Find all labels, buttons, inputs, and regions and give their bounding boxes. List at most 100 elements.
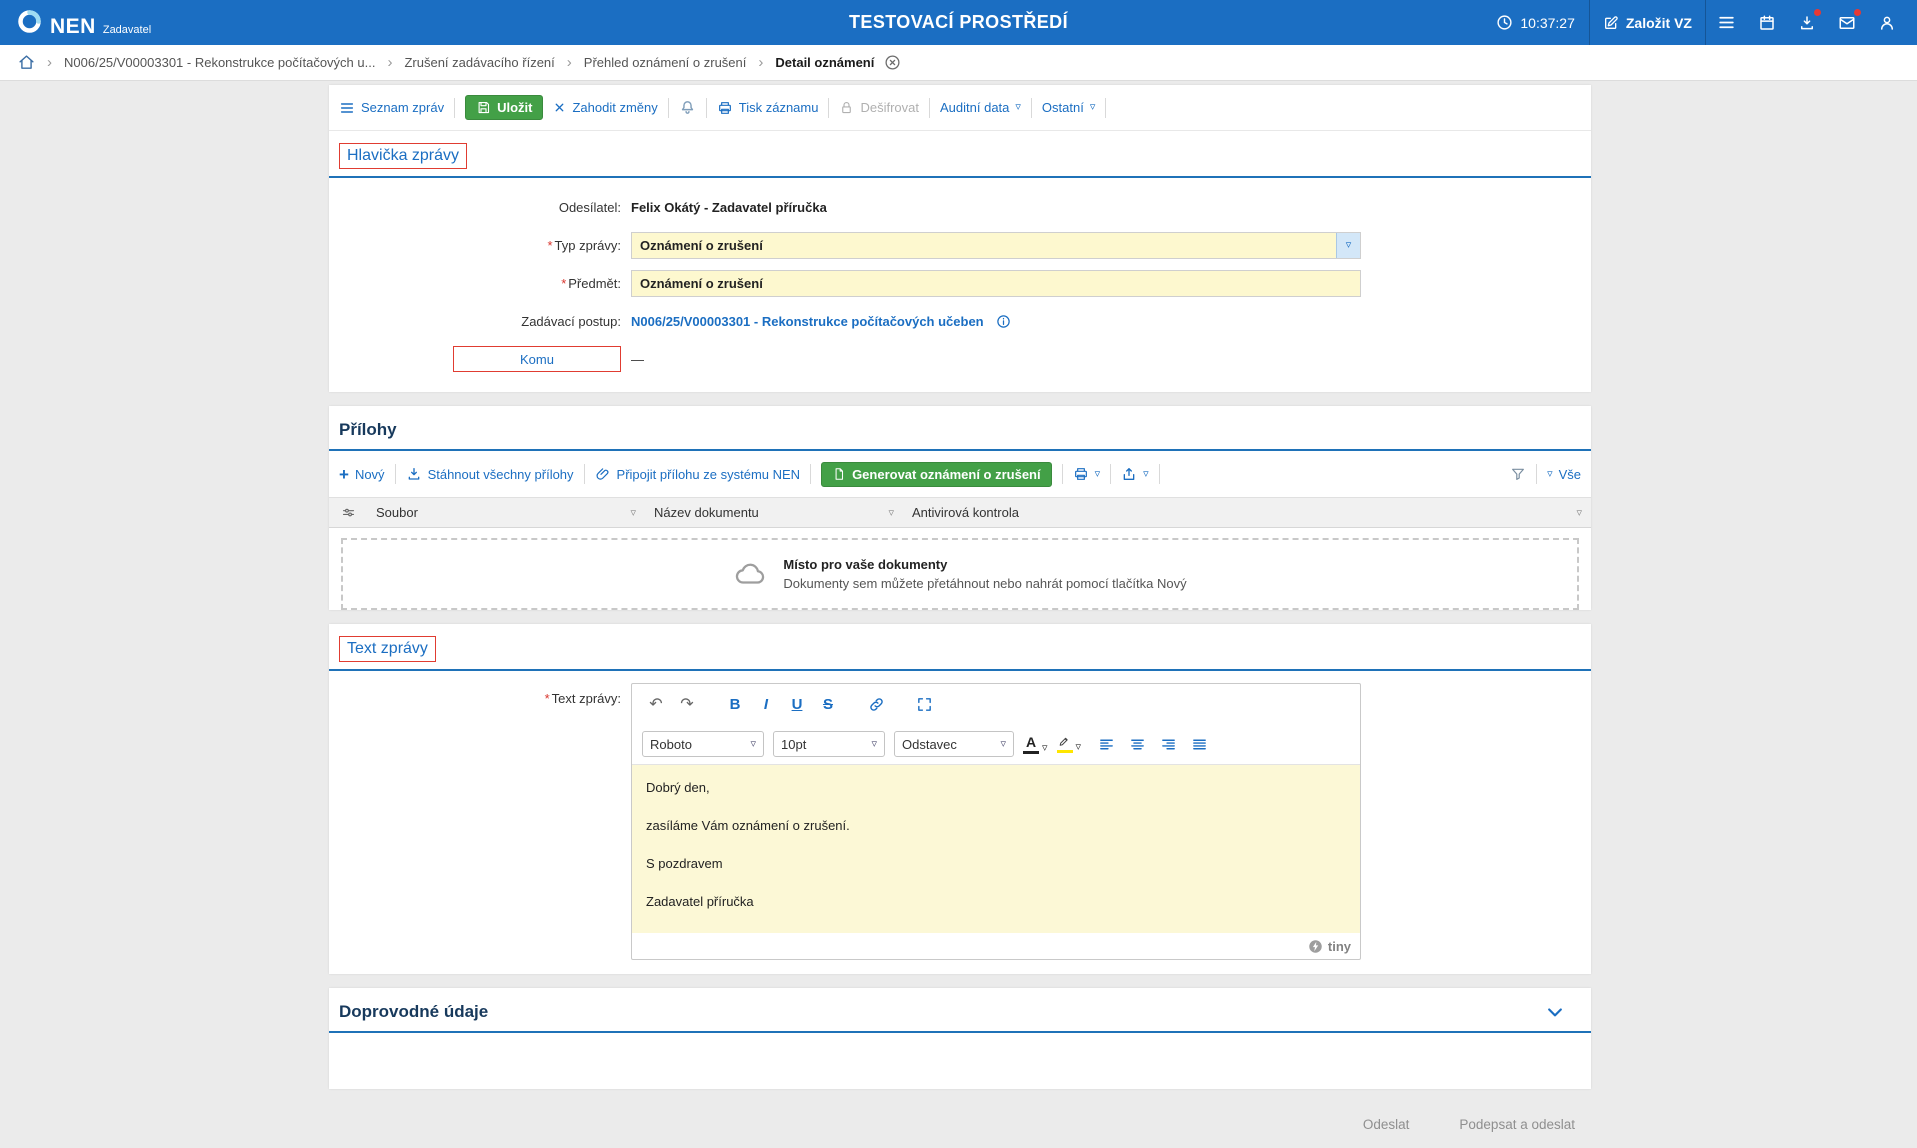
generate-cancellation-notice-button[interactable]: Generovat oznámení o zrušení [821, 462, 1052, 487]
font-size-select[interactable]: 10pt ▿ [773, 731, 885, 757]
dropzone-title: Místo pro vaše dokumenty [783, 557, 1186, 572]
tinymce-brand-label: tiny [1328, 939, 1351, 954]
editor-content-area[interactable]: Dobrý den, zasíláme Vám oznámení o zruše… [632, 764, 1360, 933]
breadcrumb-separator-icon: › [567, 54, 572, 71]
typ-zpravy-select[interactable]: Oznámení o zrušení ▿ [631, 232, 1361, 259]
nen-home-link[interactable]: NEN Zadavatel [16, 8, 151, 37]
column-header-antivirova-kontrola[interactable]: Antivirová kontrola ▿ [903, 498, 1591, 527]
column-header-nazev-dokumentu[interactable]: Název dokumentu ▿ [645, 498, 903, 527]
chevron-down-icon: ▿ [1042, 743, 1048, 754]
rich-text-editor: ↶ ↷ B I U S [631, 683, 1361, 960]
save-button[interactable]: Uložit [465, 95, 543, 120]
calendar-icon [1758, 14, 1776, 32]
home-button[interactable] [18, 54, 35, 71]
font-family-select[interactable]: Roboto ▿ [642, 731, 764, 757]
highlight-color-button[interactable]: ▿ [1057, 735, 1082, 753]
redo-button[interactable]: ↷ [673, 690, 701, 718]
block-format-select[interactable]: Odstavec ▿ [894, 731, 1014, 757]
profile-button[interactable] [1867, 0, 1907, 45]
chevron-down-icon: ▿ [1547, 469, 1553, 480]
messages-badge [1853, 8, 1862, 17]
predmet-label: *Předmět: [329, 276, 631, 291]
section-title-doprovodne: Doprovodné údaje [339, 1000, 488, 1024]
document-icon [832, 467, 846, 481]
toolbar-divider [1110, 464, 1111, 484]
editor-status-bar: tiny [632, 933, 1360, 959]
close-tab-icon[interactable] [884, 54, 901, 71]
send-button[interactable]: Odeslat [1363, 1117, 1410, 1132]
toolbar-divider [668, 98, 669, 118]
print-record-button[interactable]: Tisk záznamu [717, 100, 819, 116]
record-toolbar: Seznam zpráv Uložit Zahodit změny [329, 85, 1591, 131]
nen-logo-icon [16, 8, 43, 35]
breadcrumb: › N006/25/V00003301 - Rekonstrukce počít… [0, 45, 1917, 81]
lock-icon [839, 100, 854, 115]
chevron-down-icon: ▿ [1143, 469, 1149, 480]
zadavaci-postup-link[interactable]: N006/25/V00003301 - Rekonstrukce počítač… [631, 314, 984, 329]
messages-button[interactable] [1827, 0, 1867, 45]
breadcrumb-item-cancellation[interactable]: Zrušení zadávacího řízení [404, 55, 554, 70]
brand-role: Zadavatel [103, 24, 151, 37]
menu-button[interactable] [1706, 0, 1747, 45]
cloud-upload-icon [733, 557, 767, 591]
align-justify-button[interactable] [1187, 732, 1211, 756]
brand-name: NEN [50, 16, 96, 37]
discard-changes-button[interactable]: Zahodit změny [553, 100, 657, 115]
predmet-input[interactable] [631, 270, 1361, 297]
section-header-prilohy: Přílohy [329, 406, 1591, 451]
download-all-attachments-button[interactable]: Stáhnout všechny přílohy [406, 466, 574, 482]
text-color-swatch [1023, 751, 1039, 754]
filter-caret-icon[interactable]: ▿ [630, 506, 636, 519]
zadavaci-postup-label: Zadávací postup: [329, 314, 631, 329]
undo-button[interactable]: ↶ [642, 690, 670, 718]
underline-button[interactable]: U [783, 690, 811, 718]
breadcrumb-item-overview[interactable]: Přehled oznámení o zrušení [584, 55, 747, 70]
printer-icon [1073, 466, 1089, 482]
filter-caret-icon[interactable]: ▿ [888, 506, 894, 519]
info-icon[interactable] [996, 314, 1011, 329]
align-center-button[interactable] [1125, 732, 1149, 756]
filter-caret-icon[interactable]: ▿ [1576, 506, 1582, 519]
decrypt-button[interactable]: Dešifrovat [839, 100, 919, 115]
editor-paragraph: S pozdravem [646, 855, 1346, 872]
filter-button[interactable] [1510, 466, 1526, 482]
align-right-button[interactable] [1156, 732, 1180, 756]
toolbar-divider [454, 98, 455, 118]
insert-link-button[interactable] [862, 690, 890, 718]
select-arrow-button[interactable]: ▿ [1336, 233, 1360, 258]
column-header-soubor[interactable]: Soubor ▿ [367, 498, 645, 527]
clock-display: 10:37:27 [1482, 14, 1589, 31]
text-color-button[interactable]: A ▿ [1023, 735, 1048, 754]
italic-button[interactable]: I [752, 690, 780, 718]
message-list-button[interactable]: Seznam zpráv [339, 100, 444, 116]
strikethrough-button[interactable]: S [814, 690, 842, 718]
attach-from-nen-button[interactable]: Připojit přílohu ze systému NEN [595, 466, 801, 482]
view-all-filter-button[interactable]: ▿ Vše [1547, 467, 1581, 482]
other-actions-button[interactable]: Ostatní ▿ [1042, 100, 1095, 115]
print-attachments-button[interactable]: ▿ [1073, 466, 1101, 482]
breadcrumb-item-procedure[interactable]: N006/25/V00003301 - Rekonstrukce počítač… [64, 55, 375, 70]
new-attachment-button[interactable]: + Nový [339, 466, 385, 483]
breadcrumb-item-current: Detail oznámení [775, 55, 874, 70]
komu-button[interactable]: Komu [453, 346, 621, 372]
downloads-button[interactable] [1787, 0, 1827, 45]
attachments-dropzone[interactable]: Místo pro vaše dokumenty Dokumenty sem m… [341, 538, 1579, 610]
create-vz-button[interactable]: Založit VZ [1590, 0, 1705, 45]
attach-file-icon [595, 466, 611, 482]
toolbar-divider [395, 464, 396, 484]
audit-data-button[interactable]: Auditní data ▿ [940, 100, 1021, 115]
compose-icon [1603, 15, 1619, 31]
download-icon [406, 466, 422, 482]
column-settings-button[interactable] [329, 498, 367, 527]
calendar-button[interactable] [1747, 0, 1787, 45]
export-attachments-button[interactable]: ▿ [1121, 466, 1149, 482]
toolbar-divider [1031, 98, 1032, 118]
attachments-table-header: Soubor ▿ Název dokumentu ▿ Antivirová ko… [329, 497, 1591, 528]
bold-button[interactable]: B [721, 690, 749, 718]
sign-and-send-button[interactable]: Podepsat a odeslat [1459, 1117, 1575, 1132]
alignment-buttons [1094, 732, 1211, 756]
align-left-button[interactable] [1094, 732, 1118, 756]
collapse-section-button[interactable] [1545, 1002, 1565, 1022]
fullscreen-button[interactable] [910, 690, 938, 718]
notification-bell-button[interactable] [679, 99, 696, 116]
